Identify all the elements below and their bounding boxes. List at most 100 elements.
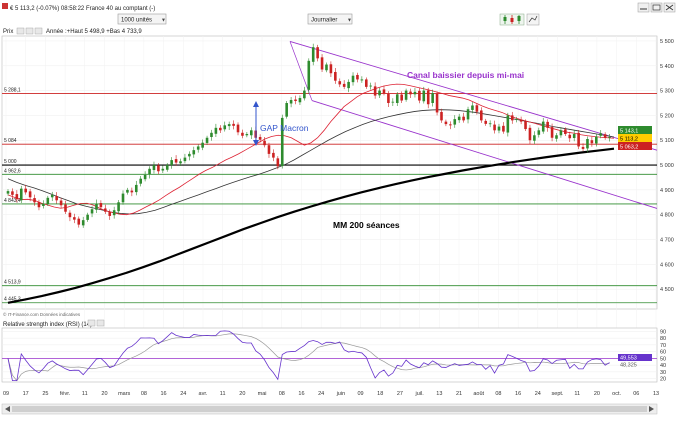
- candle-body: [435, 93, 439, 113]
- rsi-panel: [1, 327, 658, 383]
- rsi-tick-label: 60: [660, 350, 666, 356]
- indicator-icon[interactable]: [526, 13, 540, 26]
- y-tick-label: 4 600: [660, 262, 674, 268]
- candle-body: [19, 188, 23, 201]
- candle-body: [466, 109, 470, 120]
- x-tick-label: févr.: [60, 391, 71, 397]
- candle-body: [55, 196, 58, 201]
- last-price-text: 5 113,2: [620, 137, 638, 143]
- x-tick-label: mai: [258, 391, 267, 397]
- candle-body: [298, 98, 302, 103]
- candle-body: [462, 116, 465, 121]
- candle-body: [528, 127, 532, 141]
- candle-body: [608, 137, 611, 138]
- window-close-icon[interactable]: [96, 319, 105, 327]
- candle-body: [236, 124, 240, 133]
- candle-body: [294, 99, 297, 102]
- candle-body: [497, 126, 501, 131]
- candle-body: [391, 101, 395, 103]
- price-y-axis: 5 500 5 400 5 300 5 200 5 100 5 000 4 900 4 800…: [660, 39, 674, 293]
- candle-body: [192, 150, 196, 155]
- candle-body: [249, 130, 253, 136]
- candle-body: [471, 105, 474, 110]
- candle-body: [50, 194, 54, 198]
- candle-body: [179, 161, 182, 164]
- level-label: 4 962,6: [4, 168, 21, 174]
- candle-body: [440, 111, 443, 121]
- candle-body: [418, 90, 421, 101]
- candle-body: [263, 140, 266, 146]
- candle-body: [488, 123, 492, 125]
- candle-body: [183, 157, 187, 162]
- y-tick-label: 4 700: [660, 238, 674, 244]
- candle-body: [590, 140, 594, 144]
- settings-icon[interactable]: [16, 27, 25, 35]
- x-tick-label: 16: [161, 391, 167, 397]
- candle-body: [108, 211, 112, 216]
- scroll-thumb[interactable]: [12, 406, 647, 412]
- candle-body: [188, 153, 191, 157]
- x-tick-label: 08: [279, 391, 285, 397]
- candle-body: [174, 159, 178, 163]
- x-tick-label: 08: [495, 391, 501, 397]
- candle-body: [356, 74, 359, 80]
- candle-body: [134, 184, 138, 193]
- candle-body: [502, 125, 505, 132]
- candle-body: [369, 85, 373, 87]
- time-scrollbar[interactable]: [1, 403, 658, 415]
- level-label: 5 084: [4, 138, 17, 144]
- instrument-flag-icon: [2, 3, 8, 9]
- x-tick-label: 24: [180, 391, 186, 397]
- y-tick-label: 5 100: [660, 138, 674, 144]
- level-label: 5 000: [4, 159, 17, 165]
- level-label-2-text: 5 063,2: [620, 145, 638, 151]
- candlestick-type-icon[interactable]: [499, 13, 525, 26]
- x-tick-label: 16: [298, 391, 304, 397]
- x-tick-label: 13: [436, 391, 442, 397]
- x-tick-label: avr.: [199, 391, 208, 397]
- candle-body: [77, 218, 81, 225]
- period-select[interactable]: Journalier ▼: [307, 13, 353, 25]
- x-tick-label: sept.: [552, 391, 564, 397]
- candle-body: [272, 152, 275, 158]
- level-label: 5 288,1: [4, 88, 21, 94]
- units-select[interactable]: 1000 unités ▼: [117, 13, 167, 25]
- y-tick-label: 4 900: [660, 188, 674, 194]
- candle-body: [422, 90, 426, 102]
- chevron-down-icon: ▼: [161, 18, 166, 24]
- price-tab[interactable]: Prix: [3, 29, 13, 35]
- candle-body: [409, 91, 412, 95]
- level-label: 4 513,9: [4, 280, 21, 286]
- candle-body: [201, 142, 204, 148]
- window-maximize-icon[interactable]: [650, 2, 663, 13]
- candle-body: [73, 217, 76, 220]
- y-tick-label: 5 500: [660, 39, 674, 45]
- zoom-out-icon[interactable]: [34, 27, 43, 35]
- window-close-icon[interactable]: [663, 2, 676, 13]
- chart-window: € 5 113,2 (-0.07%) 08:58:22 France 40 au…: [0, 0, 680, 418]
- rsi-tick-label: 20: [660, 377, 666, 383]
- settings-icon[interactable]: [87, 319, 96, 327]
- candle-body: [572, 134, 576, 139]
- units-select-value: 1000 unités: [121, 18, 152, 24]
- rsi-tick-label: 80: [660, 336, 666, 342]
- candle-body: [307, 60, 311, 90]
- candle-body: [267, 145, 271, 154]
- candle-body: [258, 137, 262, 140]
- zoom-in-icon[interactable]: [25, 27, 34, 35]
- rsi-title: Relative strength index (RSI) (14): [3, 322, 92, 328]
- candle-body: [223, 125, 227, 130]
- candle-body: [311, 47, 315, 62]
- x-tick-label: mars: [118, 391, 130, 397]
- window-minimize-icon[interactable]: [637, 2, 650, 13]
- candle-body: [95, 203, 98, 210]
- candle-body: [227, 124, 231, 127]
- candle-body: [515, 119, 518, 120]
- rsi-tick-label: 50: [660, 356, 666, 362]
- rsi-tick-label: 30: [660, 370, 666, 376]
- candle-body: [519, 119, 523, 122]
- candle-body: [378, 90, 381, 96]
- candle-body: [99, 203, 103, 208]
- candle-body: [303, 90, 306, 99]
- x-tick-label: 20: [594, 391, 600, 397]
